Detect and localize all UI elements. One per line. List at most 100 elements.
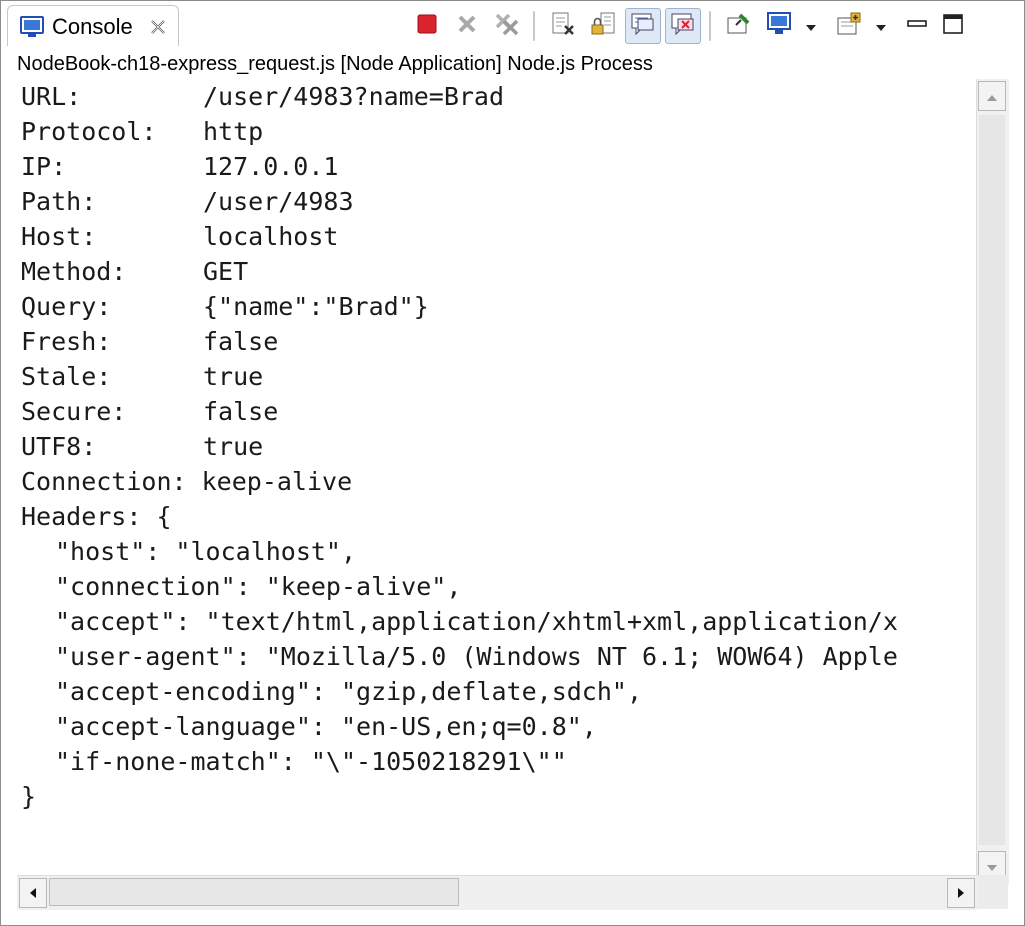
tab-label: Console xyxy=(52,14,133,39)
chevron-down-icon xyxy=(805,17,817,36)
show-on-stderr-button[interactable] xyxy=(665,8,701,44)
field-value: localhost xyxy=(203,222,339,251)
header-line: "user-agent": "Mozilla/5.0 (Windows NT 6… xyxy=(21,639,976,674)
field-label: URL: xyxy=(21,82,82,111)
remove-launch-icon xyxy=(455,13,479,39)
field-value: true xyxy=(203,362,264,391)
headers-close-line: } xyxy=(21,782,37,811)
terminate-icon xyxy=(416,13,438,39)
tab-console[interactable]: Console xyxy=(7,5,179,46)
console-line: Method: GET xyxy=(21,254,976,289)
field-label: Stale: xyxy=(21,362,112,391)
field-value: /user/4983 xyxy=(203,187,354,216)
maximize-icon xyxy=(942,13,964,39)
field-label: Fresh: xyxy=(21,327,112,356)
toolbar-separator xyxy=(533,11,535,41)
console-icon xyxy=(20,16,44,42)
console-line: IP: 127.0.0.1 xyxy=(21,149,976,184)
scroll-right-button[interactable] xyxy=(947,878,975,908)
arrow-up-icon xyxy=(986,87,998,106)
header-text: "user-agent": "Mozilla/5.0 (Windows NT 6… xyxy=(55,642,898,671)
header-line: "connection": "keep-alive", xyxy=(21,569,976,604)
console-text: URL: /user/4983?name=Brad Protocol: http IP:… xyxy=(1,79,976,814)
console-line: UTF8: true xyxy=(21,429,976,464)
scroll-lock-button[interactable] xyxy=(585,8,621,44)
console-line: Query: {"name":"Brad"} xyxy=(21,289,976,324)
field-value: GET xyxy=(203,257,249,286)
console-output[interactable]: URL: /user/4983?name=Brad Protocol: http IP:… xyxy=(1,79,976,873)
header-line: "accept": "text/html,application/xhtml+x… xyxy=(21,604,976,639)
display-selected-console-dropdown[interactable] xyxy=(801,8,821,44)
clear-console-icon xyxy=(550,11,576,41)
field-value: false xyxy=(203,327,279,356)
scroll-up-button[interactable] xyxy=(978,81,1006,111)
vertical-scroll-track[interactable] xyxy=(979,115,1005,845)
minimize-icon xyxy=(906,17,928,36)
toolbar-separator xyxy=(709,11,711,41)
console-line: URL: /user/4983?name=Brad xyxy=(21,79,976,114)
console-view: Console NodeBook-ch18-express_request.js… xyxy=(0,0,1025,926)
remove-launch-button[interactable] xyxy=(449,8,485,44)
console-toolbar xyxy=(409,7,1019,45)
horizontal-scroll-thumb[interactable] xyxy=(49,878,459,906)
field-value: http xyxy=(203,117,264,146)
field-label: Query: xyxy=(21,292,112,321)
headers-open-line: Headers: { xyxy=(21,502,172,531)
console-line: Path: /user/4983 xyxy=(21,184,976,219)
field-label: UTF8: xyxy=(21,432,97,461)
header-text: "connection": "keep-alive", xyxy=(55,572,462,601)
field-label: Secure: xyxy=(21,397,127,426)
scroll-left-button[interactable] xyxy=(19,878,47,908)
vertical-scrollbar[interactable] xyxy=(976,79,1009,885)
field-label: Host: xyxy=(21,222,97,251)
console-line: Protocol: http xyxy=(21,114,976,149)
process-title: NodeBook-ch18-express_request.js [Node A… xyxy=(17,53,653,75)
open-console-button[interactable] xyxy=(831,8,867,44)
show-on-stdout-icon xyxy=(630,11,656,41)
field-value: true xyxy=(203,432,264,461)
view-tab-bar: Console xyxy=(1,1,1024,49)
chevron-down-icon xyxy=(875,17,887,36)
header-text: "accept-encoding": "gzip,deflate,sdch", xyxy=(55,677,642,706)
remove-all-terminated-icon xyxy=(493,11,521,41)
open-console-dropdown[interactable] xyxy=(871,8,891,44)
show-on-stdout-button[interactable] xyxy=(625,8,661,44)
field-label: Protocol: xyxy=(21,117,157,146)
show-on-stderr-icon xyxy=(670,11,696,41)
header-line: "accept-encoding": "gzip,deflate,sdch", xyxy=(21,674,976,709)
arrow-left-icon xyxy=(29,884,37,903)
header-line: "accept-language": "en-US,en;q=0.8", xyxy=(21,709,976,744)
field-value: /user/4983?name=Brad xyxy=(203,82,505,111)
field-label: Method: xyxy=(21,257,127,286)
remove-all-terminated-button[interactable] xyxy=(489,8,525,44)
field-value: {"name":"Brad"} xyxy=(203,292,429,321)
open-console-icon xyxy=(836,11,862,41)
arrow-down-icon xyxy=(986,857,998,876)
field-label: IP: xyxy=(21,152,67,181)
display-selected-console-icon xyxy=(766,11,792,41)
display-selected-console-button[interactable] xyxy=(761,8,797,44)
pin-console-icon xyxy=(726,11,752,41)
maximize-button[interactable] xyxy=(937,8,969,44)
header-line: "host": "localhost", xyxy=(21,534,976,569)
field-value: false xyxy=(203,397,279,426)
console-line: Host: localhost xyxy=(21,219,976,254)
minimize-button[interactable] xyxy=(901,8,933,44)
connection-line: Connection: keep-alive xyxy=(21,467,353,496)
scrollbar-corner xyxy=(977,875,1008,909)
header-line: "if-none-match": "\"-1050218291\"" xyxy=(21,744,976,779)
console-line: Fresh: false xyxy=(21,324,976,359)
horizontal-scrollbar[interactable] xyxy=(17,875,977,910)
header-text: "if-none-match": "\"-1050218291\"" xyxy=(55,747,567,776)
pin-console-button[interactable] xyxy=(721,8,757,44)
console-line: Secure: false xyxy=(21,394,976,429)
terminate-button[interactable] xyxy=(409,8,445,44)
header-text: "accept-language": "en-US,en;q=0.8", xyxy=(55,712,597,741)
arrow-right-icon xyxy=(957,884,965,903)
header-text: "host": "localhost", xyxy=(55,537,357,566)
clear-console-button[interactable] xyxy=(545,8,581,44)
field-value: 127.0.0.1 xyxy=(203,152,339,181)
header-text: "accept": "text/html,application/xhtml+x… xyxy=(55,607,898,636)
close-x-icon[interactable] xyxy=(148,17,168,41)
field-label: Path: xyxy=(21,187,97,216)
